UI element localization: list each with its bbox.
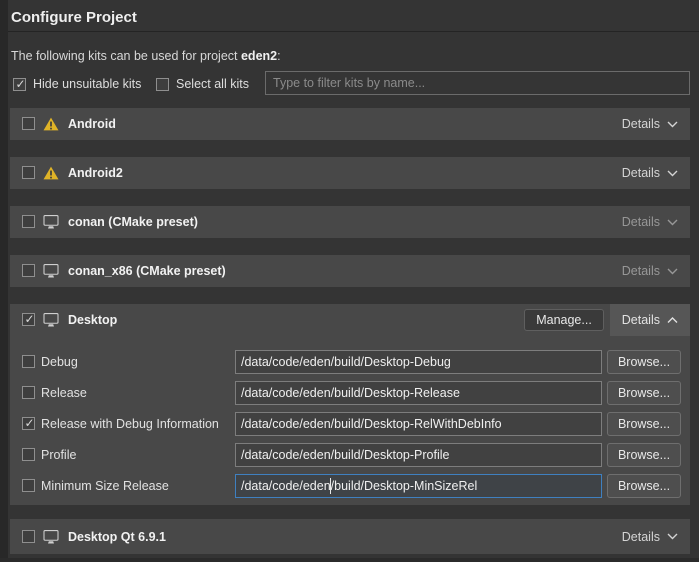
browse-button[interactable]: Browse... [607, 381, 681, 405]
manage-kits-button[interactable]: Manage... [524, 309, 604, 331]
config-label: Profile [41, 448, 76, 462]
kit-card-desktop: Desktop Manage... Details Debug Browse..… [10, 304, 690, 505]
kit-row-conan[interactable]: conan (CMake preset) Details [10, 206, 690, 238]
build-dir-input[interactable] [235, 381, 602, 405]
kit-name: conan_x86 (CMake preset) [68, 264, 226, 278]
kit-row-android2[interactable]: Android2 Details [10, 157, 690, 189]
details-label: Details [622, 117, 660, 131]
project-name: eden2 [241, 49, 277, 63]
browse-button[interactable]: Browse... [607, 350, 681, 374]
details-label: Details [622, 264, 660, 278]
desktop-icon [43, 215, 59, 229]
build-dir-input[interactable] [235, 443, 602, 467]
config-label: Debug [41, 355, 78, 369]
kit-row-android[interactable]: Android Details [10, 108, 690, 140]
details-label: Details [622, 530, 660, 544]
config-checkbox[interactable] [22, 448, 35, 461]
hide-unsuitable-kits-checkbox-group[interactable]: Hide unsuitable kits [13, 76, 141, 92]
config-label: Minimum Size Release [41, 479, 169, 493]
browse-button[interactable]: Browse... [607, 474, 681, 498]
kit-name: Desktop Qt 6.9.1 [68, 530, 166, 544]
page-title: Configure Project [11, 9, 137, 26]
config-label: Release with Debug Information [41, 417, 219, 431]
chevron-up-icon [667, 317, 678, 324]
select-all-kits-checkbox-group[interactable]: Select all kits [156, 76, 249, 92]
subtitle-prefix: The following kits can be used for proje… [11, 49, 241, 63]
kit-checkbox[interactable] [22, 166, 35, 179]
kit-checkbox[interactable] [22, 215, 35, 228]
details-toggle[interactable]: Details [610, 304, 690, 336]
panel-bottom-edge [0, 558, 699, 562]
details-toggle[interactable]: Details [610, 108, 690, 140]
config-label: Release [41, 386, 87, 400]
build-dir-input[interactable] [235, 412, 602, 436]
kit-checkbox[interactable] [22, 313, 35, 326]
kit-name: conan (CMake preset) [68, 215, 198, 229]
details-label: Details [622, 215, 660, 229]
kit-checkbox[interactable] [22, 264, 35, 277]
subtitle-suffix: : [277, 49, 280, 63]
select-all-label: Select all kits [176, 77, 249, 91]
panel-left-edge [0, 0, 8, 562]
text-caret [330, 478, 331, 494]
browse-button[interactable]: Browse... [607, 443, 681, 467]
details-toggle: Details [610, 206, 690, 238]
config-checkbox[interactable] [22, 355, 35, 368]
title-separator [8, 31, 699, 32]
desktop-icon [43, 313, 59, 327]
build-config-row-minsizerel: Minimum Size Release Browse... [10, 474, 690, 498]
hide-unsuitable-label: Hide unsuitable kits [33, 77, 141, 91]
details-toggle[interactable]: Details [610, 519, 690, 554]
build-config-row-relwithdebinfo: Release with Debug Information Browse... [10, 412, 690, 436]
browse-button[interactable]: Browse... [607, 412, 681, 436]
config-checkbox[interactable] [22, 417, 35, 430]
desktop-icon [43, 264, 59, 278]
kit-filter-input[interactable] [265, 71, 690, 95]
details-toggle: Details [610, 255, 690, 287]
details-label: Details [622, 313, 660, 327]
build-dir-input[interactable] [235, 350, 602, 374]
warning-icon [43, 166, 59, 180]
kit-name: Desktop [68, 313, 117, 327]
build-config-row-debug: Debug Browse... [10, 350, 690, 374]
kit-name: Android2 [68, 166, 123, 180]
build-dir-input[interactable] [235, 474, 602, 498]
chevron-down-icon [667, 268, 678, 275]
kit-checkbox[interactable] [22, 530, 35, 543]
kit-row-conan-x86[interactable]: conan_x86 (CMake preset) Details [10, 255, 690, 287]
chevron-down-icon [667, 533, 678, 540]
details-toggle[interactable]: Details [610, 157, 690, 189]
kit-name: Android [68, 117, 116, 131]
chevron-down-icon [667, 121, 678, 128]
select-all-checkbox[interactable] [156, 78, 169, 91]
config-checkbox[interactable] [22, 386, 35, 399]
chevron-down-icon [667, 219, 678, 226]
kits-subtitle: The following kits can be used for proje… [11, 49, 281, 63]
kit-row-desktop[interactable]: Desktop Manage... Details [10, 304, 690, 336]
warning-icon [43, 117, 59, 131]
chevron-down-icon [667, 170, 678, 177]
hide-unsuitable-checkbox[interactable] [13, 78, 26, 91]
details-label: Details [622, 166, 660, 180]
kit-row-desktop-qt-691[interactable]: Desktop Qt 6.9.1 Details [10, 519, 690, 554]
kit-checkbox[interactable] [22, 117, 35, 130]
build-config-row-release: Release Browse... [10, 381, 690, 405]
desktop-icon [43, 530, 59, 544]
config-checkbox[interactable] [22, 479, 35, 492]
build-config-row-profile: Profile Browse... [10, 443, 690, 467]
